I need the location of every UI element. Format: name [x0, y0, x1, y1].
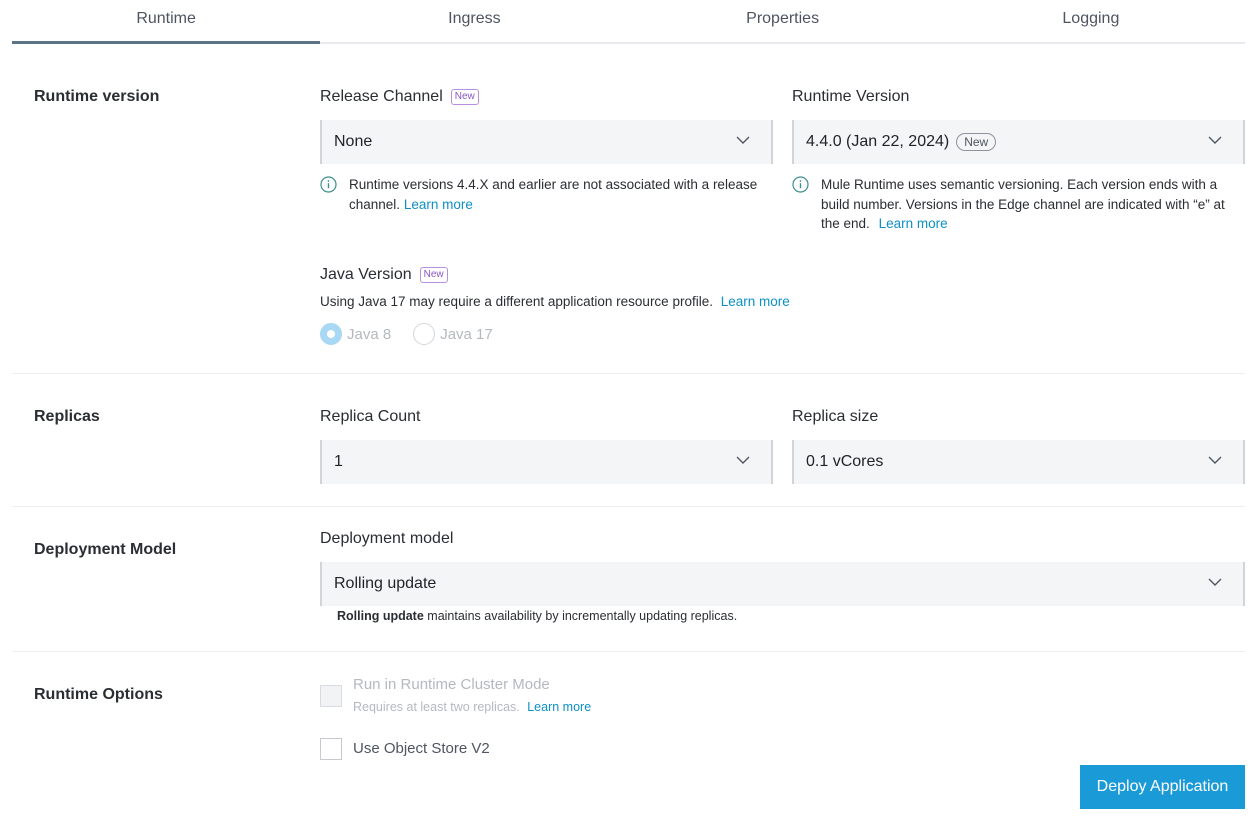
chevron-down-icon: [736, 456, 750, 464]
java-version-label: Java Version New: [320, 266, 448, 284]
info-icon: [320, 176, 337, 193]
deployment-model-help-bold: Rolling update: [337, 609, 424, 623]
chevron-down-icon: [1208, 578, 1222, 586]
section-title-deployment-model: Deployment Model: [34, 541, 177, 558]
learn-more-link[interactable]: Learn more: [404, 197, 473, 212]
runtime-version-select[interactable]: 4.4.0 (Jan 22, 2024) New: [792, 120, 1245, 164]
runtime-version-value: 4.4.0 (Jan 22, 2024): [806, 133, 950, 150]
java-17-radio[interactable]: [413, 323, 436, 345]
java-version-radio-group: Java 8 Java 17: [320, 323, 493, 345]
tab-ingress[interactable]: Ingress: [320, 0, 628, 42]
java-8-label: Java 8: [347, 325, 392, 343]
release-channel-select[interactable]: None: [320, 120, 773, 164]
replica-size-select[interactable]: 0.1 vCores: [792, 440, 1245, 484]
cluster-mode-checkbox[interactable]: [320, 685, 342, 707]
cluster-mode-sublabel: Requires at least two replicas. Learn mo…: [353, 700, 591, 714]
info-icon: [792, 176, 809, 193]
replica-size-label: Replica size: [792, 408, 878, 426]
cluster-mode-label: Run in Runtime Cluster Mode: [353, 676, 550, 693]
java-version-label-text: Java Version: [320, 266, 412, 283]
section-divider: [12, 373, 1245, 374]
java-8-radio[interactable]: [320, 323, 342, 345]
deployment-model-help: Rolling update maintains availability by…: [337, 609, 737, 623]
chevron-down-icon: [736, 136, 750, 144]
section-title-runtime-version: Runtime version: [34, 88, 160, 105]
deployment-model-label: Deployment model: [320, 530, 453, 548]
new-badge: New: [419, 267, 448, 283]
learn-more-link[interactable]: Learn more: [879, 216, 948, 231]
deployment-model-select[interactable]: Rolling update: [320, 562, 1245, 606]
tab-bar: Runtime Ingress Properties Logging: [12, 0, 1245, 44]
deployment-model-value: Rolling update: [334, 575, 437, 592]
chevron-down-icon: [1208, 456, 1222, 464]
new-badge: New: [450, 89, 479, 105]
section-title-runtime-options: Runtime Options: [34, 686, 163, 703]
runtime-version-label: Runtime Version: [792, 88, 909, 106]
runtime-version-label-text: Runtime Version: [792, 88, 910, 105]
java-version-note-text: Using Java 17 may require a different ap…: [320, 294, 713, 309]
release-channel-label-text: Release Channel: [320, 88, 443, 105]
deploy-application-button[interactable]: Deploy Application: [1080, 765, 1245, 809]
section-title-replicas: Replicas: [34, 408, 100, 425]
replica-count-label: Replica Count: [320, 408, 421, 426]
learn-more-link[interactable]: Learn more: [721, 294, 790, 309]
learn-more-link[interactable]: Learn more: [527, 700, 591, 714]
object-store-checkbox[interactable]: [320, 738, 342, 760]
new-pill: New: [956, 133, 997, 151]
tab-logging[interactable]: Logging: [937, 0, 1245, 42]
cluster-mode-sublabel-text: Requires at least two replicas.: [353, 700, 520, 714]
replica-count-value: 1: [334, 453, 343, 470]
release-channel-help: Runtime versions 4.4.X and earlier are n…: [320, 175, 770, 214]
tab-runtime[interactable]: Runtime: [12, 0, 321, 44]
replica-size-label-text: Replica size: [792, 408, 879, 425]
replica-count-select[interactable]: 1: [320, 440, 773, 484]
deployment-model-help-text: maintains availability by incrementally …: [423, 609, 738, 623]
section-divider: [12, 506, 1245, 507]
deployment-model-label-text: Deployment model: [320, 530, 454, 547]
runtime-version-help: Mule Runtime uses semantic versioning. E…: [792, 175, 1242, 234]
release-channel-value: None: [334, 133, 373, 150]
section-divider: [12, 651, 1245, 652]
replica-size-value: 0.1 vCores: [806, 453, 884, 470]
replica-count-label-text: Replica Count: [320, 408, 421, 425]
object-store-label: Use Object Store V2: [353, 740, 490, 757]
java-17-label: Java 17: [440, 325, 493, 343]
chevron-down-icon: [1208, 136, 1222, 144]
java-version-note: Using Java 17 may require a different ap…: [320, 294, 790, 309]
tab-properties[interactable]: Properties: [629, 0, 937, 42]
release-channel-label: Release Channel New: [320, 88, 479, 106]
